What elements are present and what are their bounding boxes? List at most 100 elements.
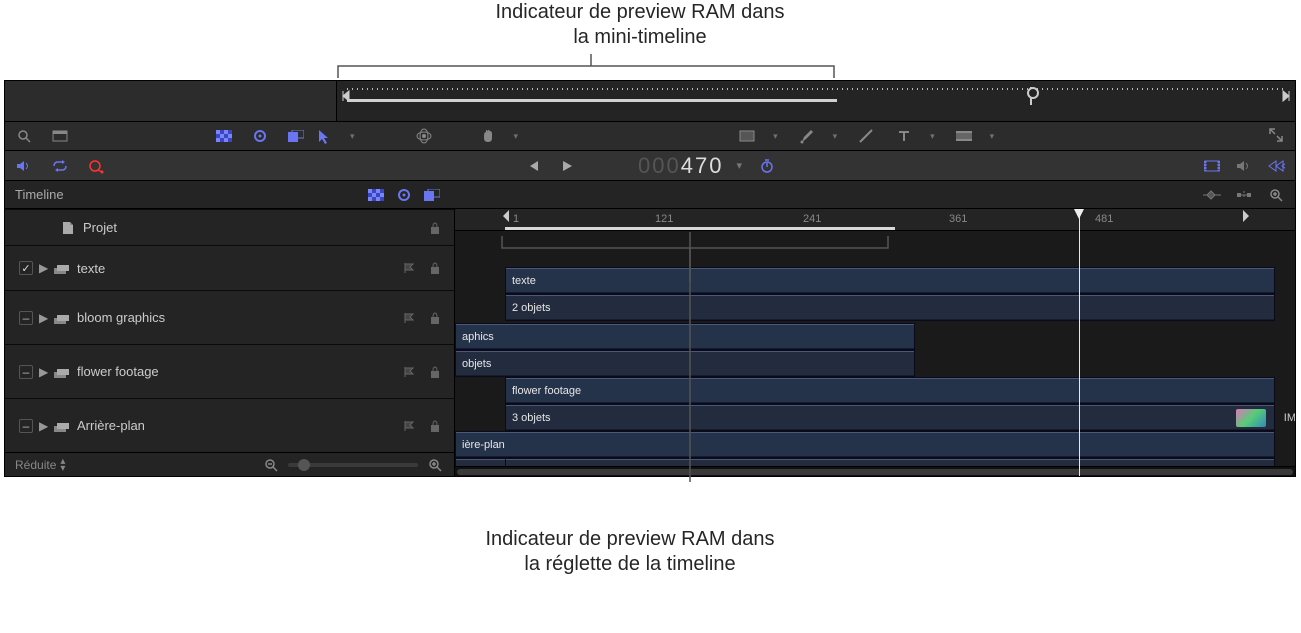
visibility-partial[interactable]: –: [13, 419, 39, 433]
callout-bottom-line2: la réglette de la timeline: [370, 552, 890, 577]
track-1-header[interactable]: aphics: [455, 323, 915, 350]
disclosure-icon[interactable]: ▶: [39, 311, 53, 325]
stack-icon: [53, 420, 71, 432]
callout-bottom-line1: Indicateur de preview RAM dans: [370, 527, 890, 552]
loop-icon[interactable]: [51, 157, 69, 175]
track-1-sub[interactable]: objets: [455, 350, 915, 377]
orbit-icon[interactable]: [415, 127, 433, 145]
window-icon[interactable]: [51, 127, 69, 145]
pen-dropdown[interactable]: ▾: [833, 131, 838, 142]
rect-dropdown[interactable]: ▾: [773, 131, 778, 142]
track-2-sub[interactable]: 3 objets IM: [505, 404, 1275, 431]
track-0-header[interactable]: texte: [505, 267, 1275, 294]
layer-row-0[interactable]: ✓ ▶ texte: [5, 245, 454, 290]
search-icon[interactable]: [15, 127, 33, 145]
pen-icon[interactable]: [798, 127, 816, 145]
lock-icon[interactable]: [426, 417, 444, 435]
ruler-tick-1: 121: [655, 213, 673, 225]
keyframe-icon[interactable]: [1203, 186, 1221, 204]
rect-icon[interactable]: [738, 127, 756, 145]
playhead-line[interactable]: [1079, 209, 1080, 476]
layers-footer: Réduite ▴▾: [5, 452, 454, 476]
footer-mode-stepper[interactable]: ▴▾: [60, 458, 65, 472]
lock-icon[interactable]: [426, 309, 444, 327]
clip-dropdown[interactable]: ▾: [990, 131, 995, 142]
play-icon[interactable]: [558, 157, 576, 175]
flag-icon[interactable]: [400, 363, 418, 381]
zoom-in-icon-2[interactable]: [426, 456, 444, 474]
layer-row-2[interactable]: – ▶ flower footage: [5, 344, 454, 398]
sound-icon[interactable]: [1235, 157, 1253, 175]
lock-icon[interactable]: [426, 219, 444, 237]
arrow-tool-icon[interactable]: [315, 127, 333, 145]
track-2-sub-label: 3 objets: [512, 412, 551, 424]
timeline-label: Timeline: [15, 187, 64, 202]
disclosure-icon[interactable]: ▶: [39, 365, 53, 379]
visibility-partial[interactable]: –: [13, 365, 39, 379]
ruler-out-marker[interactable]: [1241, 209, 1251, 223]
document-icon: [59, 221, 77, 235]
clip-icon[interactable]: [955, 127, 973, 145]
layers-panel: Projet ✓ ▶ texte – ▶ bloom graphics: [5, 209, 455, 476]
flag-icon[interactable]: [400, 259, 418, 277]
tracks-area[interactable]: 1 121 241 361 481 texte 2 objets aphics …: [455, 209, 1295, 476]
track-0-sub[interactable]: 2 objets: [505, 294, 1275, 321]
flag-icon[interactable]: [400, 309, 418, 327]
film-icon[interactable]: [1203, 157, 1221, 175]
tracks-scrollbar[interactable]: [455, 466, 1295, 476]
ruler-tick-0: 1: [513, 213, 519, 225]
track-2-header[interactable]: flower footage: [505, 377, 1275, 404]
mini-timeline-dots: [347, 88, 1285, 90]
panel-icon-2[interactable]: [423, 186, 441, 204]
tee-dropdown[interactable]: ▾: [930, 131, 935, 142]
toolbar-main: ▾ ▾ ▾ ▾ ▾ ▾: [305, 127, 1267, 145]
arrow-tool-dropdown[interactable]: ▾: [350, 131, 355, 142]
gear-icon[interactable]: [251, 127, 269, 145]
lock-icon[interactable]: [426, 259, 444, 277]
mini-timeline-left-gutter: [5, 81, 337, 121]
stack-icon: [53, 262, 71, 274]
disclosure-icon[interactable]: ▶: [39, 261, 53, 275]
ruler-in-marker[interactable]: [501, 209, 511, 223]
rewind-icon[interactable]: [1267, 157, 1285, 175]
tee-icon[interactable]: [895, 127, 913, 145]
timecode-display[interactable]: 000470: [638, 153, 723, 179]
layer-row-1[interactable]: – ▶ bloom graphics: [5, 290, 454, 344]
ruler-tick-3: 361: [949, 213, 967, 225]
zoom-control: [262, 456, 444, 474]
timeline-ruler[interactable]: 1 121 241 361 481: [455, 209, 1295, 231]
track-0-sub-label: 2 objets: [512, 302, 551, 314]
snap-icon[interactable]: [1235, 186, 1253, 204]
hand-dropdown[interactable]: ▾: [514, 131, 519, 142]
footer-mode-label[interactable]: Réduite: [15, 458, 56, 472]
gear-icon-2[interactable]: [395, 186, 413, 204]
track-3-header[interactable]: ière-plan: [455, 431, 1275, 458]
line-icon[interactable]: [857, 127, 875, 145]
expand-icon[interactable]: [1267, 126, 1285, 144]
layer-row-project[interactable]: Projet: [5, 209, 454, 245]
zoom-out-icon[interactable]: [262, 456, 280, 474]
panel-icon[interactable]: [287, 127, 305, 145]
mini-out-marker[interactable]: [1279, 89, 1291, 103]
timer-icon[interactable]: [758, 157, 776, 175]
mini-timeline[interactable]: [337, 81, 1295, 121]
mini-timeline-playhead[interactable]: [1027, 87, 1035, 105]
zoom-slider[interactable]: [288, 463, 418, 467]
checker-icon-2[interactable]: [367, 186, 385, 204]
flag-icon[interactable]: [400, 417, 418, 435]
playhead-handle[interactable]: [1074, 209, 1084, 221]
ruler-ram-indicator: [505, 227, 895, 230]
disclosure-icon[interactable]: ▶: [39, 419, 53, 433]
goto-start-icon[interactable]: [524, 157, 542, 175]
record-icon[interactable]: [87, 157, 105, 175]
stack-icon: [53, 366, 71, 378]
zoom-in-icon[interactable]: [1267, 186, 1285, 204]
visibility-partial[interactable]: –: [13, 311, 39, 325]
timecode-dropdown[interactable]: ▾: [736, 159, 742, 172]
lock-icon[interactable]: [426, 363, 444, 381]
hand-icon[interactable]: [479, 127, 497, 145]
checker-icon[interactable]: [215, 127, 233, 145]
layer-row-3[interactable]: – ▶ Arrière-plan: [5, 398, 454, 452]
speaker-icon[interactable]: [15, 157, 33, 175]
visibility-checkbox[interactable]: ✓: [13, 261, 39, 275]
